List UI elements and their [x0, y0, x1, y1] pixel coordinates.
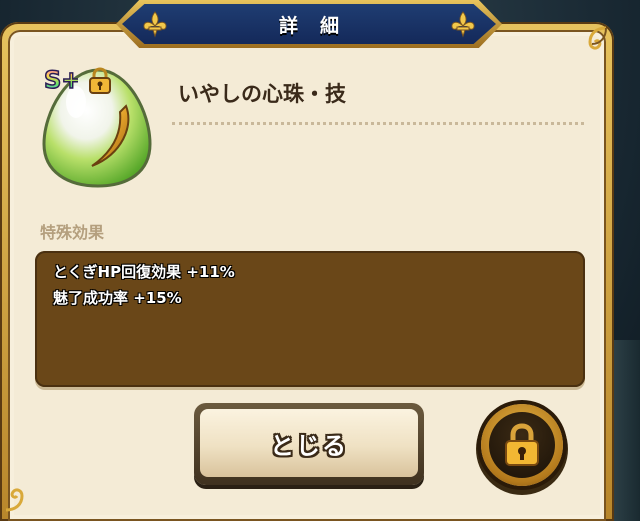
- effects-box: とくぎHP回復効果 +11% 魅了成功率 +15%: [35, 251, 585, 387]
- lock-button-face: [489, 412, 555, 478]
- lock-button[interactable]: [481, 404, 563, 486]
- effect-line: とくぎHP回復効果 +11%: [53, 263, 235, 281]
- item-name: いやしの心珠・技: [178, 82, 346, 106]
- close-button[interactable]: とじる: [194, 403, 424, 485]
- close-button-face: とじる: [200, 409, 418, 477]
- fleur-de-lis-icon: [143, 11, 167, 38]
- lock-icon: [505, 423, 539, 466]
- close-button-label: とじる: [270, 431, 348, 460]
- item-icon-group: S+: [38, 62, 158, 192]
- title-banner-inner: 詳細: [122, 4, 496, 44]
- effect-line: 魅了成功率 +15%: [53, 289, 182, 307]
- rank-badge-icon: S+: [43, 65, 78, 94]
- dialog-title: 詳細: [278, 14, 361, 37]
- detail-dialog-screen: 詳細 S+ いやしの心珠・技 特殊効果 とくぎHP回復効果 +11% 魅了成功率…: [0, 0, 640, 521]
- special-effects-label: 特殊効果: [40, 223, 105, 242]
- lock-icon: [89, 67, 111, 94]
- background-strip: [614, 340, 640, 521]
- divider: [172, 122, 584, 125]
- corner-ornament-icon: [5, 488, 24, 512]
- rank-letter: S+: [44, 66, 78, 94]
- corner-ornament-icon: [588, 26, 607, 50]
- fleur-de-lis-icon: [451, 11, 475, 38]
